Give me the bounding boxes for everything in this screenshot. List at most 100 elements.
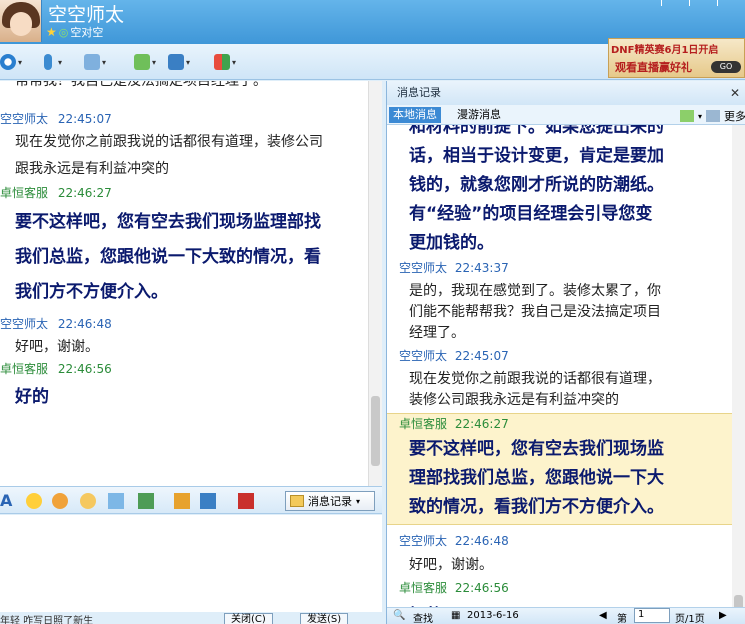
message-sender: 空空师太 <box>399 534 448 548</box>
message-line: 我们方不方便介入。 <box>15 282 168 302</box>
chevron-down-icon: ▾ <box>356 496 361 506</box>
message-line: 我们总监，您跟他说一下大致的情况，看 <box>15 247 321 267</box>
history-button-label: 消息记录 <box>308 495 352 508</box>
message-body: 现在发觉你之前跟我说的话都很有道理，装修公司 跟我永远是有利益冲突的 <box>0 129 368 183</box>
image-icon[interactable] <box>138 493 154 509</box>
message-header: 空空师太 22:45:07 <box>0 111 368 127</box>
search-link[interactable]: 查找 <box>413 610 433 624</box>
message-time: 22:45:07 <box>454 349 509 363</box>
doodle-icon[interactable] <box>108 493 124 509</box>
send-button[interactable]: 发送(S) <box>300 613 349 624</box>
speaker-icon[interactable] <box>706 110 720 122</box>
message-line: 们能不能帮帮我？我自己是没法搞定项目 <box>409 304 661 320</box>
add-group-icon <box>134 54 150 70</box>
history-title-bar: 消息记录 ✕ <box>387 81 745 105</box>
shake-icon[interactable] <box>80 493 96 509</box>
star-icon: ★ <box>46 25 57 39</box>
message-sender: 卓恒客服 <box>399 581 448 595</box>
ad-go-button[interactable]: GO <box>711 61 741 73</box>
page-input[interactable]: 1 <box>634 608 670 623</box>
music-icon[interactable] <box>174 493 190 509</box>
message-line: 要不这样吧，您有空去我们现场监理部找 <box>15 212 321 232</box>
camera-icon <box>0 54 16 70</box>
message-line: 现在发觉你之前跟我说的话都很有道理，装修公司 <box>15 134 323 150</box>
minimize-button[interactable] <box>661 0 689 6</box>
scrollbar-thumb[interactable] <box>371 396 380 466</box>
message-time: 22:46:56 <box>454 581 509 595</box>
send-file-button[interactable]: ▾ <box>84 52 106 72</box>
avatar-face <box>10 12 32 36</box>
maximize-button[interactable] <box>689 0 717 6</box>
gift-icon[interactable] <box>238 493 254 509</box>
partial-message: 帮帮我？我自己是没法搞定项目经理了。 <box>15 81 267 89</box>
ad-banner[interactable]: DNF精英赛6月1日开启 观看直播赢好礼 GO <box>608 38 745 78</box>
message-line: 要不这样吧，您有空去我们现场监 <box>409 439 664 459</box>
history-content[interactable]: 和材料的前提下。如果您提出来的 话，相当于设计变更，肯定是要加 钱的，就象您刚才… <box>387 125 732 607</box>
message-input[interactable] <box>0 515 382 612</box>
emoji-icon[interactable] <box>26 493 42 509</box>
prev-page-icon[interactable]: ◀ <box>599 610 607 621</box>
calendar-icon[interactable]: ▦ <box>451 610 460 621</box>
history-scrollbar[interactable] <box>732 125 745 624</box>
next-page-icon[interactable]: ▶ <box>719 610 727 621</box>
message-time: 22:43:37 <box>454 261 509 275</box>
apps-grid-icon <box>214 54 230 70</box>
close-icon[interactable]: ✕ <box>730 81 740 105</box>
monitor-icon <box>168 54 184 70</box>
chevron-down-icon[interactable]: ▾ <box>698 112 702 121</box>
message-time: 22:46:27 <box>454 417 509 431</box>
close-window-button[interactable] <box>717 0 745 6</box>
message-line: 现在发觉你之前跟我说的话都很有道理， <box>409 371 661 387</box>
history-panel: 消息记录 ✕ 本地消息 漫游消息 ▾ 更多 和材料的前提下。如果您提出来的 话，… <box>386 81 745 624</box>
message-line: 装修公司跟我永远是有利益冲突的 <box>409 392 619 408</box>
screenshot-icon[interactable] <box>200 493 216 509</box>
history-footer: 🔍 查找 ▦ 2013-6-16 ◀ 第 1 页/1页 ▶ <box>387 607 745 624</box>
tab-local[interactable]: 本地消息 <box>389 107 441 123</box>
message-body: 要不这样吧，您有空去我们现场监理部找 我们总监，您跟他说一下大致的情况，看 我们… <box>0 205 368 310</box>
chevron-down-icon: ▾ <box>18 57 23 67</box>
message-line: 好吧，谢谢。 <box>15 339 99 355</box>
message-body: 好吧，谢谢。 <box>387 555 732 576</box>
footer-status: 年轻 咋写日照了新生 <box>0 616 94 624</box>
search-icon[interactable]: 🔍 <box>393 610 405 621</box>
message-line: 是的，我现在感觉到了。装修太累了，你 <box>409 283 661 299</box>
message-body: 好吧，谢谢。 <box>0 334 368 361</box>
history-date[interactable]: 2013-6-16 <box>467 610 519 621</box>
partial-message: 和材料的前提下。如果您提出来的 话，相当于设计变更，肯定是要加 钱的，就象您刚才… <box>387 125 732 258</box>
more-link[interactable]: 更多 <box>724 108 745 124</box>
contact-name: 空空师太 <box>48 4 125 26</box>
message-line: 经理了。 <box>409 325 465 341</box>
magic-emoji-icon[interactable] <box>52 493 68 509</box>
message-header: 卓恒客服 22:46:27 <box>387 414 732 434</box>
create-discussion-button[interactable]: ▾ <box>134 52 156 72</box>
ad-line-1: DNF精英赛6月1日开启 <box>611 45 719 56</box>
apps-button[interactable]: ▾ <box>214 52 236 72</box>
manage-icon[interactable] <box>679 110 694 122</box>
font-icon[interactable]: A <box>0 493 16 509</box>
close-button[interactable]: 关闭(C) <box>224 613 273 624</box>
chat-message-area[interactable]: 帮帮我？我自己是没法搞定项目经理了。 空空师太 22:45:07 现在发觉你之前… <box>0 81 382 486</box>
folder-icon <box>84 54 100 70</box>
tab-roaming[interactable]: 漫游消息 <box>453 107 505 123</box>
chat-scrollbar[interactable] <box>368 81 382 486</box>
contact-signature: 空对空 <box>70 26 104 39</box>
voice-call-button[interactable]: ▾ <box>40 52 62 72</box>
page-prefix: 第 <box>617 614 627 624</box>
input-toolbar: A 消息记录 ▾ <box>0 486 382 514</box>
message-line: 有“经验”的项目经理会引导您变 <box>409 204 653 224</box>
message-sender: 空空师太 <box>0 112 49 126</box>
message-time: 22:46:27 <box>57 186 112 200</box>
remote-desktop-button[interactable]: ▾ <box>168 52 190 72</box>
highlighted-message: 卓恒客服 22:46:27 要不这样吧，您有空去我们现场监 理部找我们总监，您跟… <box>387 413 732 525</box>
video-call-button[interactable]: ▾ <box>0 52 22 72</box>
contact-status: ★ ◎ 空对空 <box>46 24 103 40</box>
message-sender: 卓恒客服 <box>0 362 49 376</box>
message-body: 要不这样吧，您有空去我们现场监 理部找我们总监，您跟他说一下大 致的情况，看我们… <box>387 435 732 522</box>
chevron-down-icon: ▾ <box>186 57 191 67</box>
message-line: 致的情况，看我们方不方便介入。 <box>409 497 664 517</box>
message-header: 空空师太 22:46:48 <box>0 316 368 332</box>
avatar[interactable] <box>0 0 42 42</box>
message-history-button[interactable]: 消息记录 ▾ <box>285 491 375 511</box>
message-body: 好的 <box>0 380 368 415</box>
message-header: 卓恒客服 22:46:56 <box>0 361 368 377</box>
